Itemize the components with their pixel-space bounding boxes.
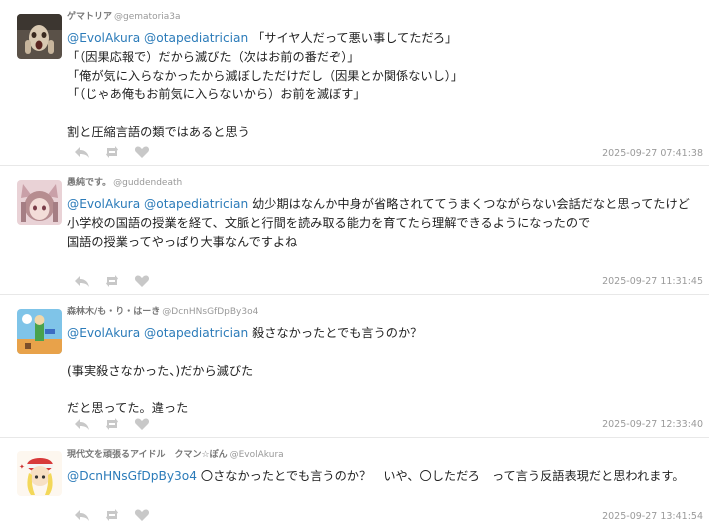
post-text-line: [67, 380, 703, 399]
user-name[interactable]: 現代文を頑張るアイドル クマン☆ぽん: [67, 450, 228, 460]
reply-icon[interactable]: [74, 145, 90, 159]
heart-icon[interactable]: [134, 508, 150, 522]
post-text-line: だと思ってた。違った: [67, 401, 189, 416]
reply-icon[interactable]: [74, 417, 90, 431]
mention-link[interactable]: @otapediatrician: [144, 326, 248, 340]
post-text: @EvolAkura @otapediatrician 殺さなかったとでも言うの…: [67, 324, 703, 418]
user-handle[interactable]: @EvolAkura: [230, 450, 284, 460]
mention-link[interactable]: @DcnHNsGfDpBy3o4: [67, 469, 197, 483]
post-header: 森林木/も・り・はーき @DcnHNsGfDpBy3o4: [67, 306, 258, 318]
post-text: @EvolAkura @otapediatrician 幼少期はなんか中身が省略…: [67, 195, 703, 251]
post-card: 愚純です。 @guddendeath @EvolAkura @otapediatr…: [0, 166, 709, 295]
post-card: ゲマトリア @gematoria3a @EvolAkura @otapediatr…: [0, 0, 709, 166]
post-text-line: [67, 343, 703, 362]
post-text-line: 「俺が気に入らなかったから滅ぼしただけだし（因果とか関係ないし）」: [67, 68, 464, 83]
post-actions: [74, 145, 150, 159]
repost-icon[interactable]: [104, 274, 120, 288]
user-name[interactable]: ゲマトリア: [67, 12, 112, 22]
post-header: ゲマトリア @gematoria3a: [67, 11, 181, 23]
mention-link[interactable]: @EvolAkura: [67, 31, 140, 45]
post-actions: [74, 508, 150, 522]
user-handle[interactable]: @DcnHNsGfDpBy3o4: [162, 307, 258, 317]
avatar[interactable]: ✦: [17, 451, 62, 496]
post-text-line: 「（じゃあ俺もお前気に入らないから）お前を滅ぼす」: [67, 87, 366, 102]
heart-icon[interactable]: [134, 274, 150, 288]
reply-icon[interactable]: [74, 274, 90, 288]
post-text: @DcnHNsGfDpBy3o4 〇さなかったとでも言うのか？ いや、〇しただろ…: [67, 467, 703, 486]
post-text-line: 「（因果応報で）だから滅びた（次はお前の番だぞ）」: [67, 49, 360, 64]
post-text: @EvolAkura @otapediatrician 「サイヤ人だって悪い事し…: [67, 29, 703, 142]
post-text-line: (事実殺さなかった、)だから滅びた: [67, 363, 254, 378]
svg-text:✦: ✦: [19, 463, 25, 471]
mention-link[interactable]: @otapediatrician: [144, 31, 248, 45]
post-text-line: 小学校の国語の授業を経て、文脈と行間を読み取る能力を育てたら理解できるようになっ…: [67, 215, 591, 230]
post-text-line: [67, 104, 703, 123]
post-text-line: 殺さなかったとでも言うのか？: [248, 326, 423, 340]
post-timestamp[interactable]: 2025-09-27 11:31:45: [602, 276, 703, 287]
post-card: 森林木/も・り・はーき @DcnHNsGfDpBy3o4 @EvolAkura @…: [0, 295, 709, 438]
repost-icon[interactable]: [104, 417, 120, 431]
post-text-line: 「サイヤ人だって悪い事してただろ」: [248, 31, 458, 45]
post-actions: [74, 417, 150, 431]
post-timestamp[interactable]: 2025-09-27 12:33:40: [602, 419, 703, 430]
post-timestamp[interactable]: 2025-09-27 13:41:54: [602, 511, 703, 522]
post-text-line: 〇さなかったとでも言うのか？ いや、〇しただろ って言う反語表現だと思われます。: [197, 469, 685, 483]
post-header: 現代文を頑張るアイドル クマン☆ぽん @EvolAkura: [67, 449, 284, 461]
reply-icon[interactable]: [74, 508, 90, 522]
avatar[interactable]: [17, 14, 62, 59]
post-text-line: 国語の授業ってやっぱり大事なんですよね: [67, 234, 298, 249]
avatar[interactable]: [17, 180, 62, 225]
mention-link[interactable]: @otapediatrician: [144, 197, 248, 211]
heart-icon[interactable]: [134, 145, 150, 159]
user-name[interactable]: 愚純です。: [67, 178, 111, 188]
user-name[interactable]: 森林木/も・り・はーき: [67, 307, 160, 317]
avatar[interactable]: [17, 309, 62, 354]
post-text-line: 幼少期はなんか中身が省略されててうまくつながらない会話だなと思ってたけど: [248, 197, 690, 211]
user-handle[interactable]: @guddendeath: [113, 178, 182, 188]
user-handle[interactable]: @gematoria3a: [114, 12, 181, 22]
mention-link[interactable]: @EvolAkura: [67, 197, 140, 211]
repost-icon[interactable]: [104, 145, 120, 159]
heart-icon[interactable]: [134, 417, 150, 431]
mention-link[interactable]: @EvolAkura: [67, 326, 140, 340]
post-actions: [74, 274, 150, 288]
repost-icon[interactable]: [104, 508, 120, 522]
post-card: ✦ 現代文を頑張るアイドル クマン☆ぽん @EvolAkura @DcnHNsGf…: [0, 438, 709, 527]
post-header: 愚純です。 @guddendeath: [67, 177, 182, 189]
post-text-line: 割と圧縮言語の類ではあると思う: [67, 124, 250, 139]
post-timestamp[interactable]: 2025-09-27 07:41:38: [602, 148, 703, 159]
